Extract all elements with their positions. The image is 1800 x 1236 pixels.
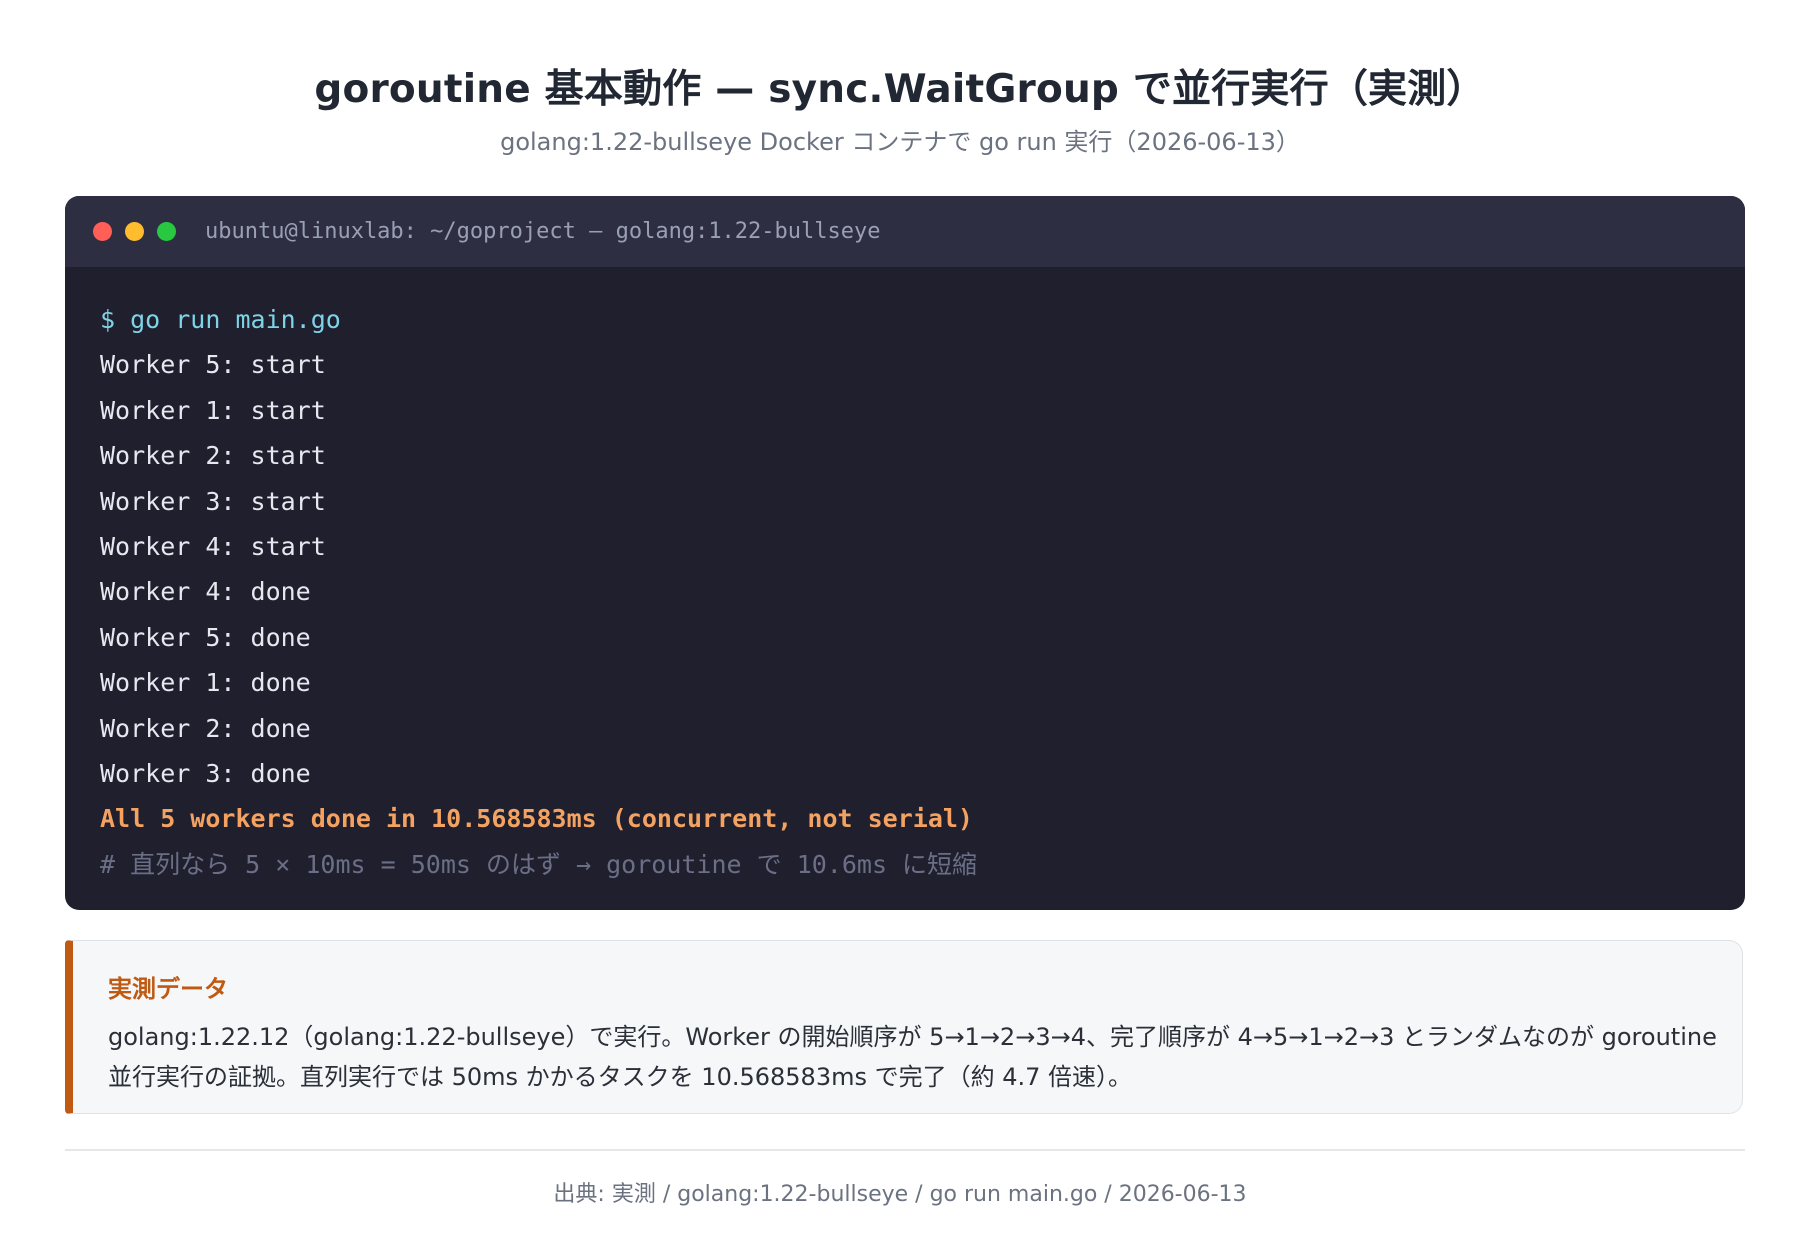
terminal-output-line: Worker 5: start	[100, 350, 326, 380]
note-title: 実測データ	[108, 975, 228, 1003]
terminal-output-line: Worker 1: done	[100, 668, 311, 698]
terminal-output-line: Worker 4: done	[100, 577, 311, 607]
page: goroutine 基本動作 — sync.WaitGroup で並行実行（実測…	[0, 0, 1800, 1236]
minimize-window-icon[interactable]	[125, 222, 144, 241]
terminal-window[interactable]: ubuntu@linuxlab: ~/goproject — golang:1.…	[65, 196, 1745, 910]
terminal-title: ubuntu@linuxlab: ~/goproject — golang:1.…	[205, 219, 881, 244]
terminal-summary-line: All 5 workers done in 10.568583ms (concu…	[100, 804, 973, 834]
measurement-note: 実測データ golang:1.22.12（golang:1.22-bullsey…	[65, 940, 1743, 1114]
terminal-output-line: Worker 3: done	[100, 758, 311, 788]
terminal-output-line: Worker 3: start	[100, 486, 326, 516]
page-subtitle: golang:1.22-bullseye Docker コンテナで go run…	[500, 128, 1300, 156]
maximize-window-icon[interactable]	[157, 222, 176, 241]
footer-divider	[65, 1149, 1745, 1151]
page-title: goroutine 基本動作 — sync.WaitGroup で並行実行（実測…	[314, 67, 1486, 112]
terminal-output-line: Worker 4: start	[100, 531, 326, 561]
terminal-titlebar: ubuntu@linuxlab: ~/goproject — golang:1.…	[65, 196, 1745, 267]
terminal-output[interactable]: $ go run main.go Worker 5: start Worker …	[65, 267, 1745, 887]
terminal-command-line: $ go run main.go	[100, 305, 341, 334]
note-text: golang:1.22.12（golang:1.22-bullseye）で実行。…	[108, 1023, 1717, 1091]
terminal-output-line: Worker 2: done	[100, 713, 311, 743]
terminal-output-line: Worker 1: start	[100, 395, 326, 425]
terminal-comment-line: # 直列なら 5 × 10ms = 50ms のはず → goroutine で…	[100, 849, 978, 879]
terminal-output-line: Worker 5: done	[100, 622, 311, 652]
terminal-output-line: Worker 2: start	[100, 441, 326, 471]
footer-source: 出典: 実測 / golang:1.22-bullseye / go run m…	[553, 1182, 1247, 1207]
close-window-icon[interactable]	[93, 222, 112, 241]
